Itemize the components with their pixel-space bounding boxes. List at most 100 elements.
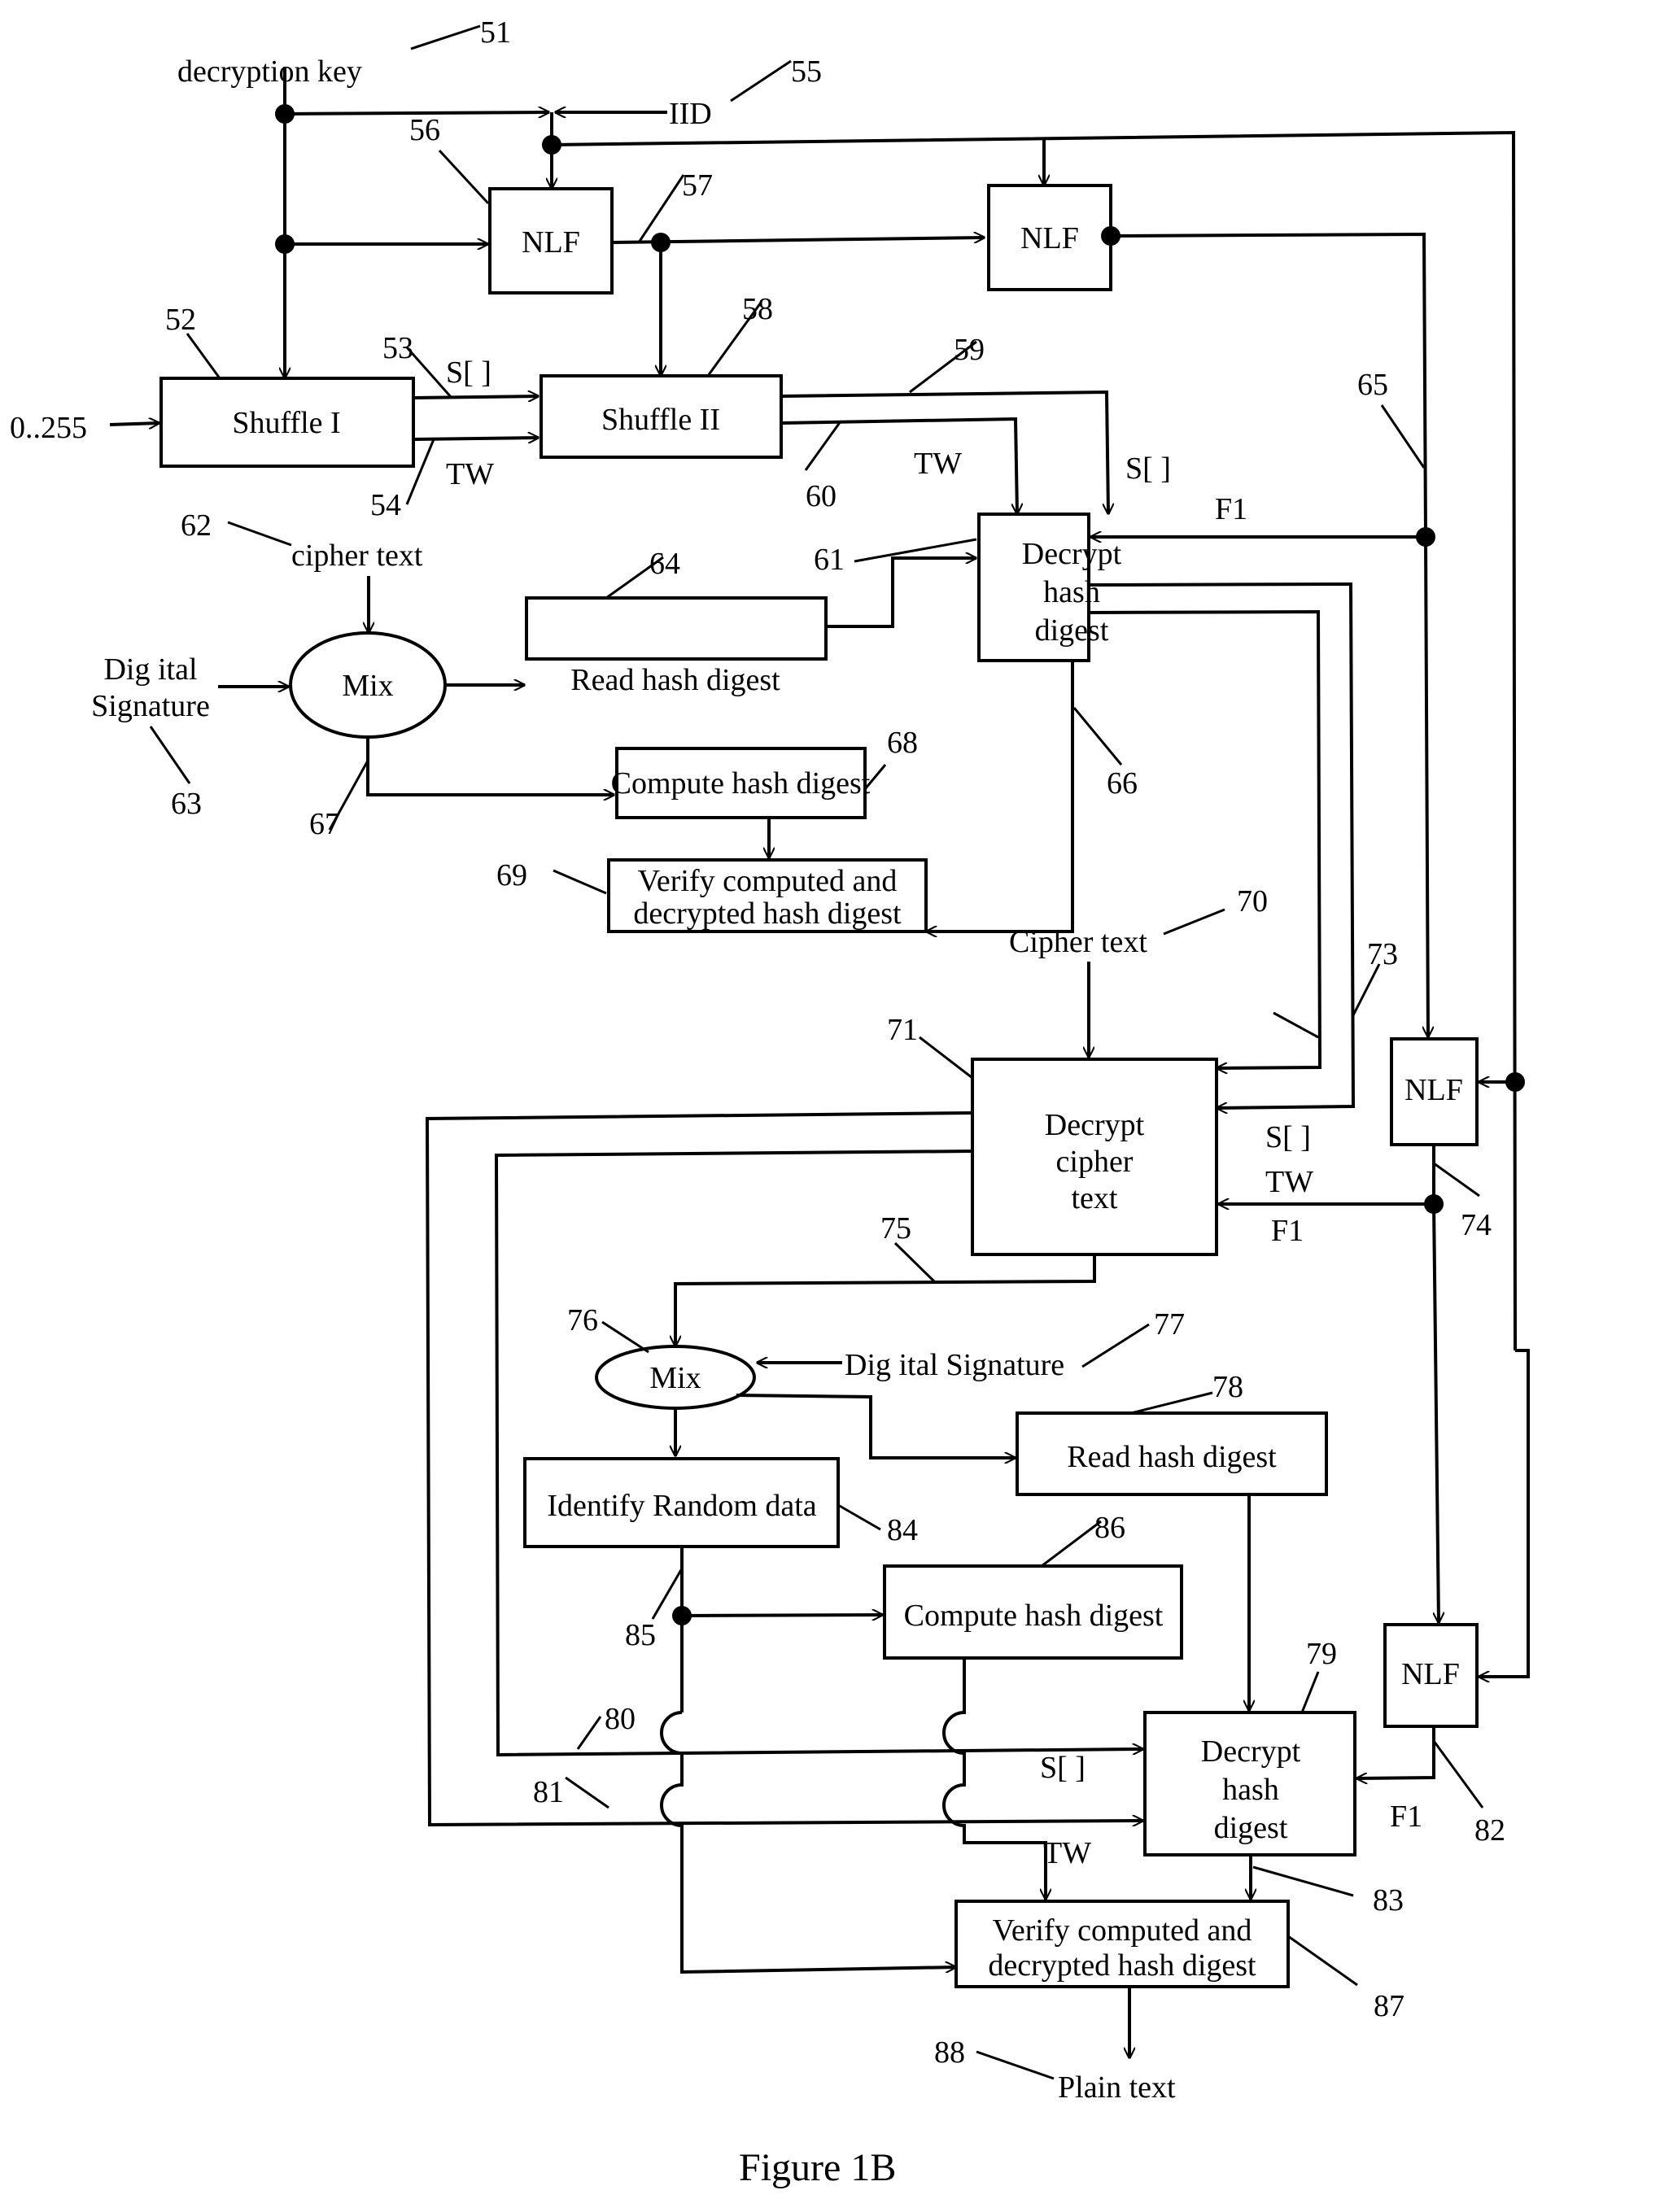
- compute-hash-1-label: Compute hash digest: [611, 766, 871, 801]
- nlf-2-label: NLF: [1020, 221, 1079, 255]
- tw-label: TW: [1043, 1836, 1091, 1870]
- decrypt-hash-1-line2: hash: [1043, 575, 1100, 609]
- ref-82: 82: [1474, 1813, 1505, 1848]
- leader-81: [565, 1776, 609, 1809]
- ref-67: 67: [309, 807, 340, 841]
- ref-88: 88: [934, 2035, 965, 2070]
- decrypt-cipher-line3: text: [1072, 1181, 1118, 1215]
- f1-to-nlf4-line: [1432, 1203, 1439, 1623]
- leader-72: [1273, 1011, 1319, 1039]
- f1-to-nlf3-line: [1426, 536, 1428, 1037]
- tw-label: TW: [1265, 1165, 1313, 1199]
- verify-1-line2: decrypted hash digest: [633, 897, 902, 931]
- ref-80: 80: [605, 1702, 636, 1736]
- leader-87: [1287, 1935, 1358, 1987]
- compute-hash-2-label: Compute hash digest: [904, 1599, 1164, 1633]
- decryption-flow-diagram: decryption key 51 IID 55 NLF 56 57 NLF 6…: [10, 15, 1530, 2189]
- leader-56: [438, 149, 490, 205]
- plain-text-label: Plain text: [1058, 2070, 1176, 2105]
- leader-80: [576, 1716, 602, 1750]
- leader-82: [1432, 1740, 1484, 1808]
- range-input-label: 0..255: [10, 411, 87, 445]
- ref-79: 79: [1306, 1637, 1337, 1671]
- figure-caption: Figure 1B: [739, 2146, 896, 2189]
- nlf-4-label: NLF: [1401, 1657, 1460, 1691]
- ref-85: 85: [625, 1618, 656, 1652]
- ref-59: 59: [954, 333, 985, 367]
- ref-76: 76: [567, 1303, 598, 1337]
- f1-label: F1: [1215, 492, 1247, 526]
- leader-75: [893, 1241, 937, 1285]
- ref-81: 81: [533, 1775, 564, 1809]
- ref-77: 77: [1154, 1307, 1185, 1342]
- verify-1-line1: Verify computed and: [638, 864, 898, 898]
- tw-73-line: [1088, 609, 1322, 1068]
- leader-76: [601, 1320, 649, 1354]
- ref-86: 86: [1094, 1511, 1125, 1545]
- decrypt-hash-1-line3: digest: [1035, 613, 1109, 648]
- ref-83: 83: [1373, 1883, 1404, 1918]
- ref-84: 84: [887, 1513, 918, 1547]
- leader-83: [1252, 1865, 1354, 1897]
- s-array-label: S[ ]: [446, 356, 491, 390]
- leader-69: [553, 869, 607, 895]
- decrypt-hash-1-line1: Decrypt: [1022, 537, 1122, 571]
- f1-label: F1: [1390, 1800, 1422, 1834]
- read-hash-to-decrypt-hash1-line: [826, 558, 976, 628]
- ref-68: 68: [887, 726, 918, 760]
- leader-78: [1130, 1391, 1213, 1415]
- ref-66: 66: [1107, 766, 1138, 801]
- leader-51: [410, 24, 481, 50]
- ref-52: 52: [165, 303, 196, 337]
- tw-label: TW: [914, 447, 962, 481]
- leader-66: [1072, 707, 1123, 766]
- s-array-label: S[ ]: [1040, 1751, 1086, 1785]
- ref-70: 70: [1237, 884, 1268, 918]
- ref-55: 55: [791, 55, 822, 89]
- ref-65: 65: [1357, 368, 1388, 402]
- s-array-label: S[ ]: [1125, 452, 1171, 486]
- decrypt-cipher-line1: Decrypt: [1045, 1108, 1145, 1142]
- decrypt-hash1-to-verify1-line: [926, 661, 1074, 931]
- ref-74: 74: [1461, 1208, 1492, 1242]
- ref-62: 62: [181, 508, 212, 543]
- leader-77: [1081, 1323, 1150, 1368]
- leader-79: [1300, 1671, 1320, 1713]
- range-to-shuffle1-line: [109, 423, 159, 425]
- s-array-label: S[ ]: [1265, 1120, 1311, 1154]
- mix-2-label: Mix: [649, 1361, 701, 1395]
- decryption-key-label: decryption key: [177, 55, 362, 89]
- read-hash-2-label: Read hash digest: [1067, 1440, 1277, 1474]
- random-to-compute-hash2-line: [681, 1615, 883, 1616]
- verify-2-line2: decrypted hash digest: [988, 1948, 1256, 1983]
- leader-86: [1041, 1520, 1102, 1568]
- junction-dot: [1505, 1072, 1525, 1092]
- read-hash-1-label: Read hash digest: [570, 663, 780, 697]
- leader-60: [804, 421, 842, 471]
- ref-56: 56: [409, 113, 440, 147]
- decrypt-cipher-to-mix2-line: [675, 1254, 1096, 1346]
- verify-2-line1: Verify computed and: [993, 1913, 1252, 1948]
- ref-61: 61: [814, 543, 845, 577]
- f1-label: F1: [1271, 1214, 1304, 1248]
- leader-84: [837, 1503, 881, 1531]
- shuffle1-s-output-line: [413, 396, 539, 398]
- nlf-3-label: NLF: [1404, 1073, 1463, 1107]
- shuffle-1-label: Shuffle I: [232, 406, 340, 440]
- ref-73: 73: [1367, 937, 1398, 971]
- bus-to-nlf4-line: [1479, 1349, 1530, 1677]
- decrypt-cipher-line2: cipher: [1056, 1145, 1134, 1179]
- decrypt-hash-2-line1: Decrypt: [1201, 1734, 1301, 1769]
- tw-label: TW: [446, 457, 494, 491]
- ref-78: 78: [1212, 1370, 1243, 1404]
- mix2-to-read-hash2-line: [736, 1394, 1016, 1458]
- leader-74: [1433, 1162, 1480, 1198]
- mix-1-label: Mix: [342, 669, 393, 703]
- nlf4-f1-to-decrypt-hash2-line: [1356, 1726, 1435, 1778]
- shuffle-2-label: Shuffle II: [601, 403, 720, 437]
- leader-57: [637, 174, 685, 243]
- ref-63: 63: [171, 787, 202, 821]
- leader-65: [1380, 404, 1426, 469]
- iid-label: IID: [669, 97, 712, 131]
- digital-signature-2-label: Dig ital Signature: [845, 1348, 1064, 1382]
